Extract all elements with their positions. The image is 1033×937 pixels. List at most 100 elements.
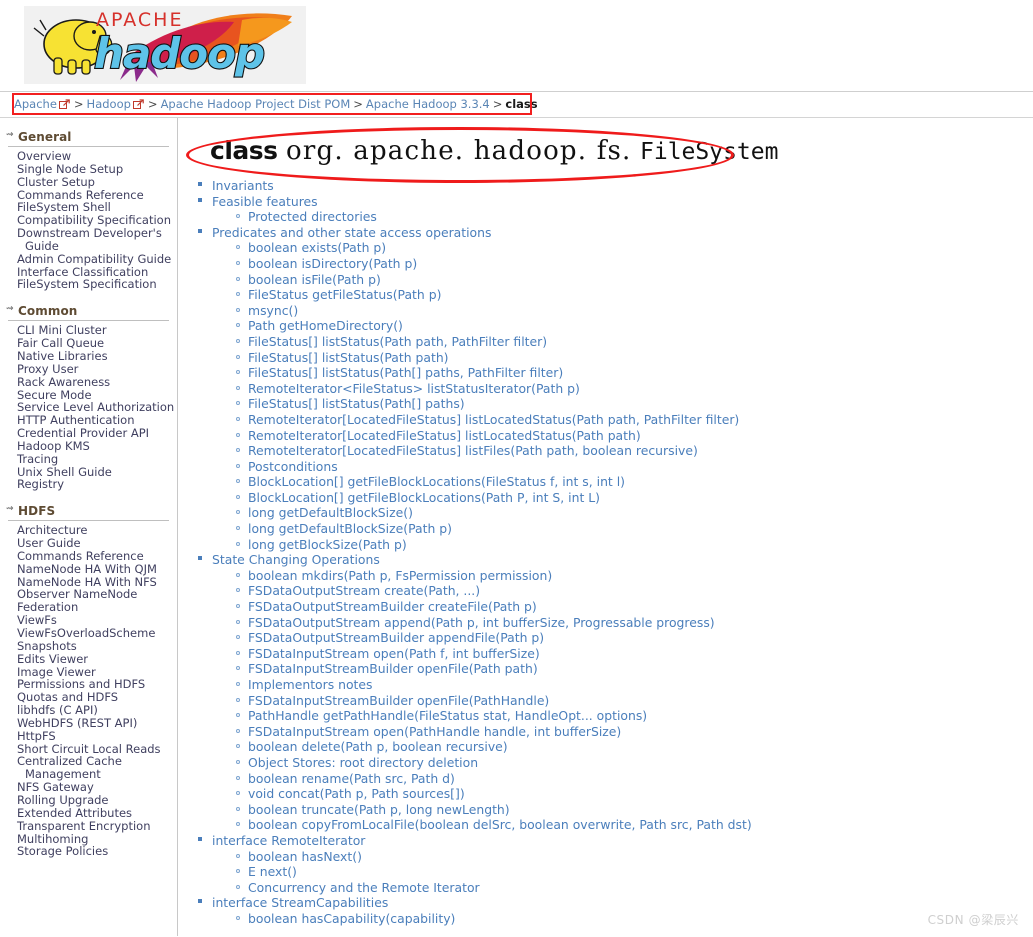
toc-subitem[interactable]: FSDataOutputStream append(Path p, int bu… <box>236 615 1033 631</box>
toc-link[interactable]: Object Stores: root directory deletion <box>248 755 478 770</box>
toc-subitem[interactable]: boolean delete(Path p, boolean recursive… <box>236 739 1033 755</box>
toc-link[interactable]: FSDataOutputStreamBuilder appendFile(Pat… <box>248 630 544 645</box>
sidebar-section-header-general[interactable]: ⇝ General <box>6 126 169 147</box>
toc-link[interactable]: boolean delete(Path p, boolean recursive… <box>248 739 508 754</box>
toc-link[interactable]: Concurrency and the Remote Iterator <box>248 880 480 895</box>
sidebar-item[interactable]: Registry <box>0 478 177 491</box>
toc-link[interactable]: BlockLocation[] getFileBlockLocations(Pa… <box>248 490 600 505</box>
toc-link[interactable]: boolean exists(Path p) <box>248 240 386 255</box>
toc-subitem[interactable]: FileStatus[] listStatus(Path[] paths, Pa… <box>236 365 1033 381</box>
toc-link[interactable]: FSDataOutputStream append(Path p, int bu… <box>248 615 715 630</box>
toc-subitem[interactable]: long getBlockSize(Path p) <box>236 537 1033 553</box>
toc-subitem[interactable]: FileStatus[] listStatus(Path path) <box>236 350 1033 366</box>
toc-link[interactable]: Predicates and other state access operat… <box>212 225 491 240</box>
toc-link[interactable]: FSDataInputStreamBuilder openFile(Path p… <box>248 661 538 676</box>
toc-link[interactable]: msync() <box>248 303 298 318</box>
toc-subitem[interactable]: FSDataInputStreamBuilder openFile(Path p… <box>236 661 1033 677</box>
toc-subitem[interactable]: FSDataInputStream open(PathHandle handle… <box>236 724 1033 740</box>
toc-link[interactable]: Implementors notes <box>248 677 373 692</box>
toc-link[interactable]: BlockLocation[] getFileBlockLocations(Fi… <box>248 474 625 489</box>
toc-subitem[interactable]: boolean exists(Path p) <box>236 240 1033 256</box>
toc-subitem[interactable]: E next() <box>236 864 1033 880</box>
toc-item[interactable]: interface StreamCapabilities <box>196 895 1033 911</box>
toc-link[interactable]: RemoteIterator[LocatedFileStatus] listLo… <box>248 428 641 443</box>
breadcrumb-item-project-dist-pom[interactable]: Apache Hadoop Project Dist POM <box>161 97 351 111</box>
toc-subitem[interactable]: boolean truncate(Path p, long newLength) <box>236 802 1033 818</box>
toc-link[interactable]: FSDataInputStream open(Path f, int buffe… <box>248 646 540 661</box>
toc-link[interactable]: Protected directories <box>248 209 377 224</box>
toc-subitem[interactable]: Postconditions <box>236 459 1033 475</box>
sidebar-item-label[interactable]: Storage Policies <box>17 844 108 858</box>
toc-subitem[interactable]: FSDataInputStream open(Path f, int buffe… <box>236 646 1033 662</box>
sidebar-item[interactable]: Downstream Developer's Guide <box>0 227 177 253</box>
toc-subitem[interactable]: FileStatus[] listStatus(Path[] paths) <box>236 396 1033 412</box>
toc-item[interactable]: Invariants <box>196 178 1033 194</box>
toc-link[interactable]: FileStatus[] listStatus(Path[] paths) <box>248 396 465 411</box>
toc-link[interactable]: RemoteIterator[LocatedFileStatus] listFi… <box>248 443 698 458</box>
toc-link[interactable]: Feasible features <box>212 194 318 209</box>
sidebar-item[interactable]: Centralized Cache Management <box>0 755 177 781</box>
toc-link[interactable]: long getDefaultBlockSize(Path p) <box>248 521 452 536</box>
toc-link[interactable]: long getBlockSize(Path p) <box>248 537 407 552</box>
sidebar-item-label[interactable]: Downstream Developer's Guide <box>17 226 162 253</box>
toc-link[interactable]: Path getHomeDirectory() <box>248 318 403 333</box>
toc-subitem[interactable]: Path getHomeDirectory() <box>236 318 1033 334</box>
toc-subitem[interactable]: boolean rename(Path src, Path d) <box>236 771 1033 787</box>
toc-subitem[interactable]: Implementors notes <box>236 677 1033 693</box>
toc-subitem[interactable]: boolean hasCapability(capability) <box>236 911 1033 927</box>
toc-link[interactable]: interface RemoteIterator <box>212 833 365 848</box>
toc-link[interactable]: boolean mkdirs(Path p, FsPermission perm… <box>248 568 552 583</box>
toc-subitem[interactable]: FSDataInputStreamBuilder openFile(PathHa… <box>236 693 1033 709</box>
toc-link[interactable]: FileStatus[] listStatus(Path path) <box>248 350 449 365</box>
breadcrumb-item-apache[interactable]: Apache <box>14 97 57 111</box>
toc-link[interactable]: E next() <box>248 864 297 879</box>
toc-link[interactable]: PathHandle getPathHandle(FileStatus stat… <box>248 708 647 723</box>
sidebar-section-header-hdfs[interactable]: ⇝ HDFS <box>6 500 169 522</box>
toc-subitem[interactable]: Object Stores: root directory deletion <box>236 755 1033 771</box>
toc-subitem[interactable]: long getDefaultBlockSize(Path p) <box>236 521 1033 537</box>
toc-item[interactable]: Feasible features <box>196 194 1033 210</box>
toc-link[interactable]: Postconditions <box>248 459 338 474</box>
toc-link[interactable]: FileStatus getFileStatus(Path p) <box>248 287 441 302</box>
toc-subitem[interactable]: RemoteIterator<FileStatus> listStatusIte… <box>236 381 1033 397</box>
toc-link[interactable]: boolean isDirectory(Path p) <box>248 256 417 271</box>
toc-link[interactable]: boolean isFile(Path p) <box>248 272 381 287</box>
toc-subitem[interactable]: Concurrency and the Remote Iterator <box>236 880 1033 896</box>
toc-subitem[interactable]: boolean mkdirs(Path p, FsPermission perm… <box>236 568 1033 584</box>
toc-subitem[interactable]: FileStatus getFileStatus(Path p) <box>236 287 1033 303</box>
toc-subitem[interactable]: FSDataOutputStream create(Path, ...) <box>236 583 1033 599</box>
toc-link[interactable]: FSDataInputStreamBuilder openFile(PathHa… <box>248 693 549 708</box>
toc-subitem[interactable]: Protected directories <box>236 209 1033 225</box>
toc-subitem[interactable]: boolean hasNext() <box>236 849 1033 865</box>
toc-link[interactable]: boolean truncate(Path p, long newLength) <box>248 802 510 817</box>
toc-item[interactable]: interface RemoteIterator <box>196 833 1033 849</box>
toc-link[interactable]: FSDataOutputStreamBuilder createFile(Pat… <box>248 599 537 614</box>
toc-subitem[interactable]: msync() <box>236 303 1033 319</box>
toc-link[interactable]: FSDataInputStream open(PathHandle handle… <box>248 724 621 739</box>
breadcrumb-item-hadoop-version[interactable]: Apache Hadoop 3.3.4 <box>366 97 490 111</box>
toc-subitem[interactable]: boolean isDirectory(Path p) <box>236 256 1033 272</box>
toc-link[interactable]: Invariants <box>212 178 274 193</box>
sidebar-item[interactable]: FileSystem Specification <box>0 278 177 291</box>
toc-link[interactable]: boolean rename(Path src, Path d) <box>248 771 455 786</box>
toc-link[interactable]: RemoteIterator[LocatedFileStatus] listLo… <box>248 412 739 427</box>
toc-subitem[interactable]: FSDataOutputStreamBuilder createFile(Pat… <box>236 599 1033 615</box>
toc-subitem[interactable]: PathHandle getPathHandle(FileStatus stat… <box>236 708 1033 724</box>
toc-item[interactable]: State Changing Operations <box>196 552 1033 568</box>
toc-link[interactable]: FSDataOutputStream create(Path, ...) <box>248 583 480 598</box>
toc-link[interactable]: FileStatus[] listStatus(Path path, PathF… <box>248 334 547 349</box>
toc-link[interactable]: void concat(Path p, Path sources[]) <box>248 786 465 801</box>
toc-subitem[interactable]: BlockLocation[] getFileBlockLocations(Fi… <box>236 474 1033 490</box>
toc-link[interactable]: FileStatus[] listStatus(Path[] paths, Pa… <box>248 365 563 380</box>
sidebar-section-header-common[interactable]: ⇝ Common <box>6 300 169 322</box>
toc-link[interactable]: boolean copyFromLocalFile(boolean delSrc… <box>248 817 752 832</box>
toc-subitem[interactable]: BlockLocation[] getFileBlockLocations(Pa… <box>236 490 1033 506</box>
toc-subitem[interactable]: RemoteIterator[LocatedFileStatus] listLo… <box>236 428 1033 444</box>
hadoop-logo[interactable]: APACHE hadoop <box>24 6 306 84</box>
toc-link[interactable]: boolean hasNext() <box>248 849 362 864</box>
toc-subitem[interactable]: FileStatus[] listStatus(Path path, PathF… <box>236 334 1033 350</box>
sidebar-item[interactable]: Storage Policies <box>0 845 177 858</box>
toc-link[interactable]: interface StreamCapabilities <box>212 895 388 910</box>
toc-subitem[interactable]: FSDataOutputStreamBuilder appendFile(Pat… <box>236 630 1033 646</box>
toc-link[interactable]: State Changing Operations <box>212 552 380 567</box>
